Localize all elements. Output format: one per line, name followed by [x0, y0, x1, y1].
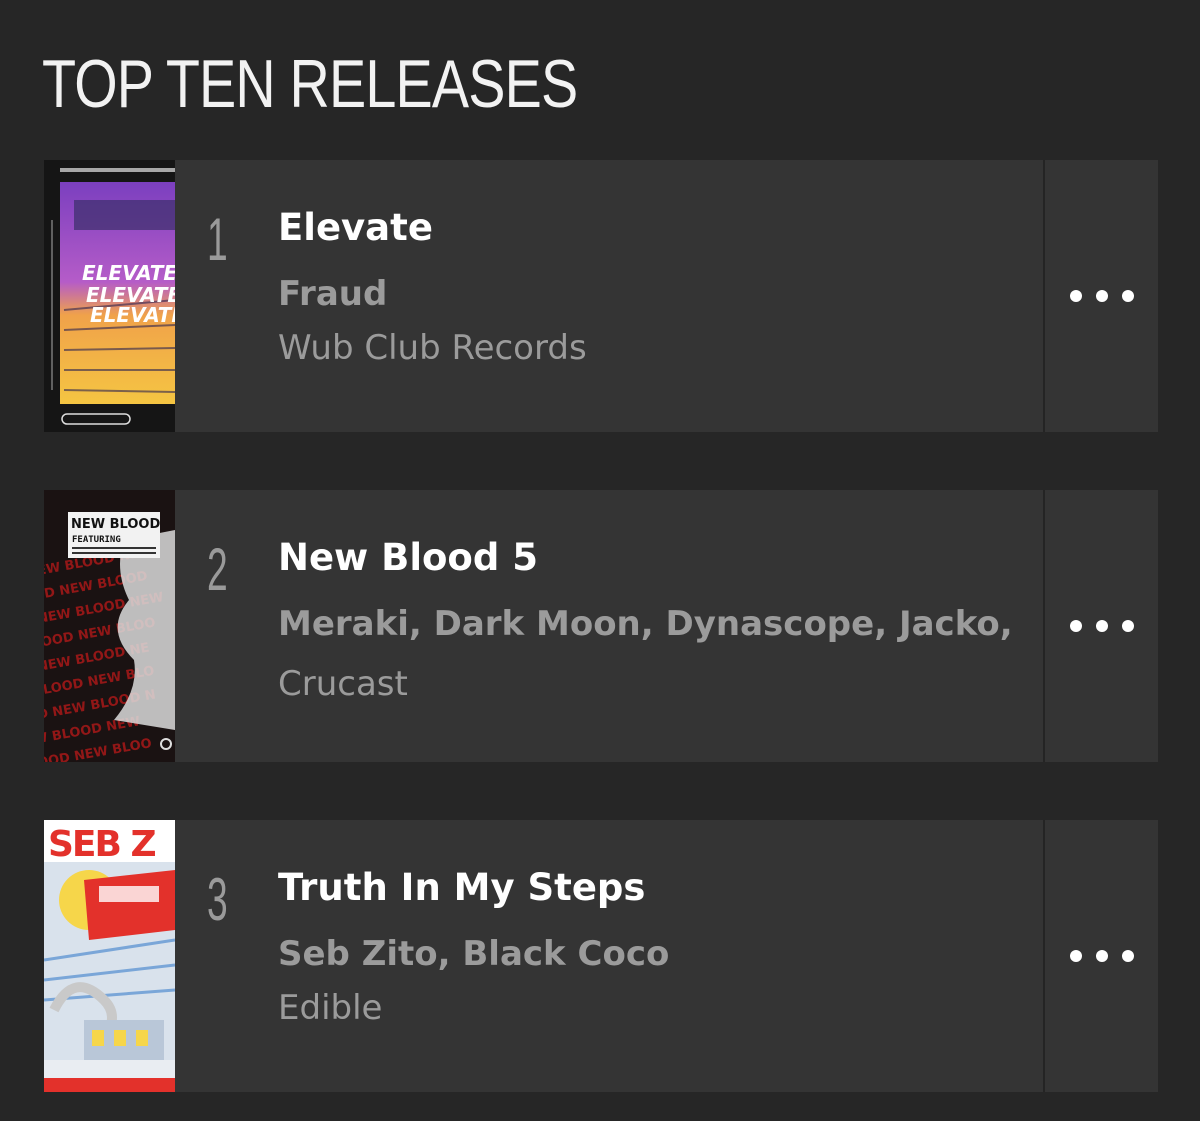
release-cover-3[interactable]: SEB Z — [44, 820, 175, 1092]
release-info-2[interactable]: 2 New Blood 5 Meraki, Dark Moon, Dynasco… — [175, 490, 1043, 762]
release-label[interactable]: Wub Club Records — [278, 324, 587, 372]
more-horizontal-icon — [1095, 620, 1108, 632]
release-info-3[interactable]: 3 Truth In My Steps Seb Zito, Black Coco… — [175, 820, 1043, 1092]
release-artists-line-1[interactable]: Meraki, Dark Moon, Dynascope, Jacko, — [278, 594, 1018, 654]
release-item-3[interactable]: SEB Z 3 Truth In My Steps Seb Zito, Blac… — [44, 820, 1158, 1092]
more-horizontal-icon — [1069, 950, 1082, 962]
cover-2-text: NEW BLOOD — [71, 517, 160, 532]
release-info-1[interactable]: 1 Elevate Fraud Wub Club Records — [175, 160, 1043, 432]
top-releases-page: TOP TEN RELEASES ELEVATE ELEVATE ELEVAT … — [0, 0, 1200, 1121]
release-list: ELEVATE ELEVATE ELEVATE 1 Elevate Fraud … — [44, 160, 1158, 1121]
more-horizontal-icon — [1069, 620, 1082, 632]
more-options-button-3[interactable] — [1043, 820, 1158, 1092]
release-item-1[interactable]: ELEVATE ELEVATE ELEVATE 1 Elevate Fraud … — [44, 160, 1158, 432]
more-options-button-1[interactable] — [1043, 160, 1158, 432]
release-artists[interactable]: Fraud — [278, 264, 1018, 324]
release-item-2[interactable]: EW BLOOD NEW OD NEW BLOOD NEW BLOOD NEW … — [44, 490, 1158, 762]
section-title: TOP TEN RELEASES — [42, 46, 578, 122]
cover-3-text: SEB Z — [48, 824, 155, 865]
release-rank: 1 — [207, 206, 228, 273]
more-horizontal-icon — [1069, 290, 1082, 302]
release-cover-1[interactable]: ELEVATE ELEVATE ELEVATE — [44, 160, 175, 432]
release-title[interactable]: New Blood 5 — [278, 534, 538, 582]
release-rank: 3 — [207, 866, 228, 933]
more-horizontal-icon — [1095, 290, 1108, 302]
more-horizontal-icon — [1121, 950, 1134, 962]
release-cover-2[interactable]: EW BLOOD NEW OD NEW BLOOD NEW BLOOD NEW … — [44, 490, 175, 762]
release-label[interactable]: Edible — [278, 984, 382, 1032]
more-horizontal-icon — [1121, 290, 1134, 302]
cover-1-text-c: ELEVATE — [90, 303, 175, 327]
cover-1-text-a: ELEVATE — [82, 261, 175, 285]
more-horizontal-icon — [1095, 950, 1108, 962]
release-artists[interactable]: Meraki, Dark Moon, Dynascope, Jacko, Cru… — [278, 594, 1018, 714]
release-title[interactable]: Elevate — [278, 204, 433, 252]
more-horizontal-icon — [1121, 620, 1134, 632]
release-title[interactable]: Truth In My Steps — [278, 864, 645, 912]
release-artists-line-2[interactable]: Crucast — [278, 654, 1018, 714]
cover-2-subtext: FEATURING — [72, 535, 121, 545]
release-artists[interactable]: Seb Zito, Black Coco — [278, 924, 1018, 984]
more-options-button-2[interactable] — [1043, 490, 1158, 762]
release-rank: 2 — [207, 536, 228, 603]
